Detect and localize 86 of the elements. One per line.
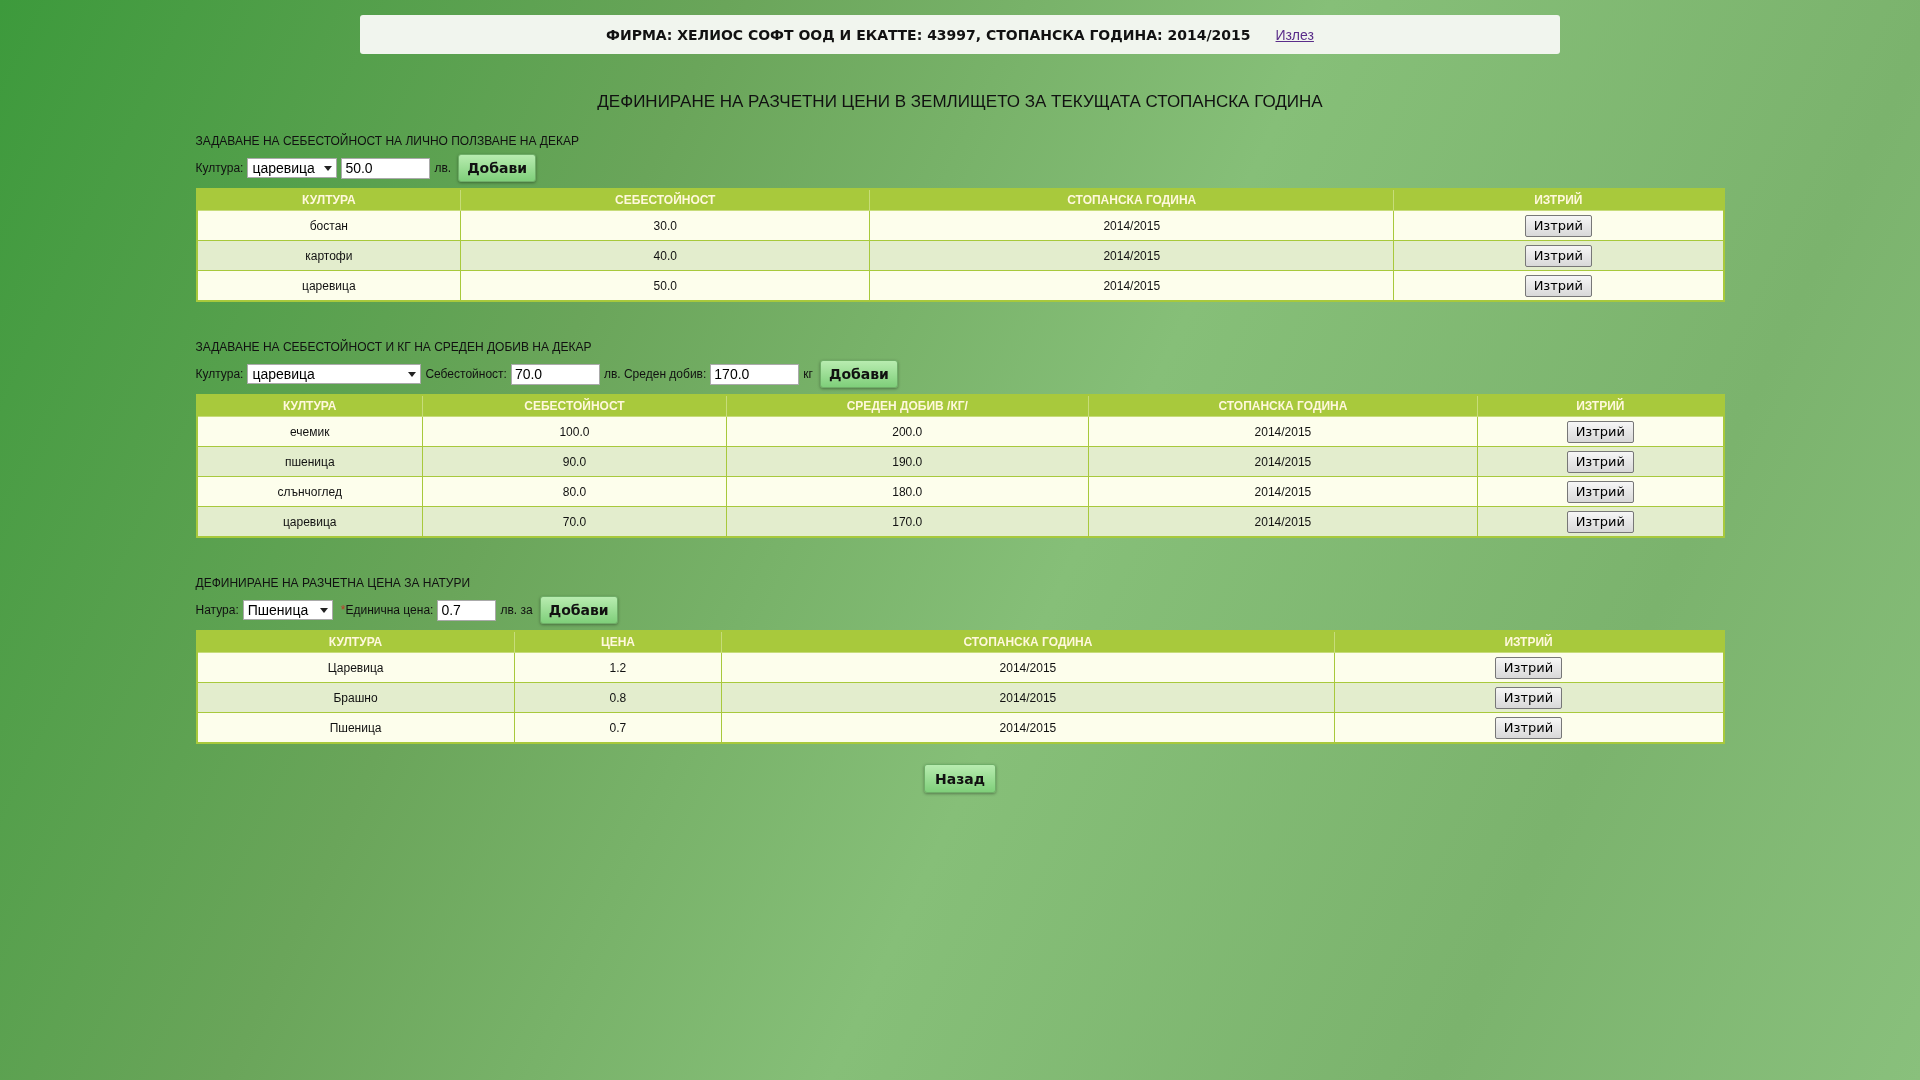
table-cell: царевица	[196, 270, 461, 301]
logout-link[interactable]: Излез	[1275, 26, 1314, 43]
field-label: лв.	[434, 161, 452, 175]
column-header: КУЛТУРА	[196, 395, 423, 417]
column-header: СТОПАНСКА ГОДИНА	[869, 189, 1394, 211]
add-button[interactable]: Добави	[819, 360, 898, 388]
table-cell: ечемик	[196, 416, 423, 447]
field-label: Себестойност:	[425, 367, 507, 381]
section-heading: ДЕФИНИРАНЕ НА РАЗЧЕТНА ЦЕНА ЗА НАТУРИ	[195, 576, 472, 590]
caret-icon	[324, 165, 333, 171]
table-cell: 2014/2015	[1088, 476, 1478, 507]
caret-icon	[408, 371, 417, 377]
crop-select[interactable]: Пшеница	[242, 600, 333, 620]
table-cell: Брашно	[196, 682, 515, 713]
table-cell: пшеница	[196, 446, 423, 477]
table-cell: 190.0	[726, 446, 1089, 477]
column-header: ИЗТРИЙ	[1477, 395, 1724, 417]
caret-icon	[319, 607, 328, 613]
table-cell: 2014/2015	[721, 712, 1335, 743]
field-label: кг	[803, 367, 813, 381]
table-cell: 0.7	[514, 712, 722, 743]
table-cell: картофи	[196, 240, 461, 271]
table-cell: 90.0	[422, 446, 727, 477]
table-cell: 2014/2015	[1088, 506, 1478, 537]
delete-button[interactable]: Изтрий	[1566, 420, 1634, 443]
column-header: ИЗТРИЙ	[1393, 189, 1724, 211]
table-cell: 180.0	[726, 476, 1089, 507]
column-header: ЦЕНА	[514, 631, 722, 653]
table-cell: 2014/2015	[1088, 446, 1478, 477]
delete-button[interactable]: Изтрий	[1524, 214, 1592, 237]
delete-button[interactable]: Изтрий	[1566, 450, 1634, 473]
field-label: Култура:	[195, 367, 244, 381]
column-header: КУЛТУРА	[196, 189, 461, 211]
table-cell: Пшеница	[196, 712, 515, 743]
table-cell: Царевица	[196, 652, 515, 683]
field-label: лв. за	[500, 603, 533, 617]
add-button[interactable]: Добави	[458, 154, 537, 182]
column-header: СТОПАНСКА ГОДИНА	[721, 631, 1335, 653]
column-header: СТОПАНСКА ГОДИНА	[1088, 395, 1478, 417]
delete-button[interactable]: Изтрий	[1494, 716, 1563, 739]
table-cell: слънчоглед	[196, 476, 423, 507]
crop-select[interactable]: царевица	[247, 364, 422, 384]
table-cell: 2014/2015	[869, 240, 1394, 271]
input-field[interactable]: 0.7	[437, 599, 497, 621]
back-button[interactable]: Назад	[923, 764, 997, 793]
table-cell: 2014/2015	[1088, 416, 1478, 447]
table-cell: 100.0	[422, 416, 727, 447]
delete-button[interactable]: Изтрий	[1494, 656, 1563, 679]
delete-button[interactable]: Изтрий	[1494, 686, 1563, 709]
field-label: Култура:	[195, 161, 244, 175]
table-cell: 2014/2015	[869, 270, 1394, 301]
input-field[interactable]: 50.0	[341, 157, 431, 179]
section-heading: ЗАДАВАНЕ НА СЕБЕСТОЙНОСТ НА ЛИЧНО ПОЛЗВАНЕ НА ДЕКАР	[195, 134, 580, 148]
delete-button[interactable]: Изтрий	[1524, 244, 1592, 267]
crop-select[interactable]: царевица	[247, 158, 338, 178]
page-title: ДЕФИНИРАНЕ НА РАЗЧЕТНИ ЦЕНИ В ЗЕМЛИЩЕТО ЗА ТЕКУЩАТА СТОПАНСКА ГОДИНА	[596, 92, 1324, 112]
table-cell: 70.0	[422, 506, 727, 537]
table-cell: 30.0	[460, 210, 870, 241]
section-heading: ЗАДАВАНЕ НА СЕБЕСТОЙНОСТ И КГ НА СРЕДЕН ДОБИВ НА ДЕКАР	[195, 340, 593, 354]
field-label: лв. Среден добив:	[603, 367, 707, 381]
table-cell: 2014/2015	[869, 210, 1394, 241]
table-cell: 40.0	[460, 240, 870, 271]
table-cell: 0.8	[514, 682, 722, 713]
input-field[interactable]: 170.0	[710, 363, 800, 385]
table-cell: 50.0	[460, 270, 870, 301]
delete-button[interactable]: Изтрий	[1566, 510, 1634, 533]
delete-button[interactable]: Изтрий	[1524, 274, 1592, 297]
table-cell: 80.0	[422, 476, 727, 507]
table-cell: 200.0	[726, 416, 1089, 447]
field-label: Натура:	[195, 603, 239, 617]
table-cell: бостан	[196, 210, 461, 241]
column-header: СРЕДЕН ДОБИВ /КГ/	[726, 395, 1089, 417]
table-cell: 2014/2015	[721, 682, 1335, 713]
table-cell: 2014/2015	[721, 652, 1335, 683]
delete-button[interactable]: Изтрий	[1566, 480, 1634, 503]
input-field[interactable]: 70.0	[510, 363, 600, 385]
table-cell: 1.2	[514, 652, 722, 683]
table-cell: 170.0	[726, 506, 1089, 537]
header-info: ФИРМА: ХЕЛИОС СОФТ ООД И ЕКАТТЕ: 43997, СТОПАНСКА ГОДИНА: 2014/2015	[606, 26, 1251, 43]
column-header: СЕБЕСТОЙНОСТ	[460, 189, 870, 211]
column-header: ИЗТРИЙ	[1334, 631, 1724, 653]
field-label: *Единична цена:	[340, 603, 434, 617]
column-header: СЕБЕСТОЙНОСТ	[422, 395, 727, 417]
column-header: КУЛТУРА	[196, 631, 515, 653]
table-cell: царевица	[196, 506, 423, 537]
add-button[interactable]: Добави	[539, 596, 618, 624]
